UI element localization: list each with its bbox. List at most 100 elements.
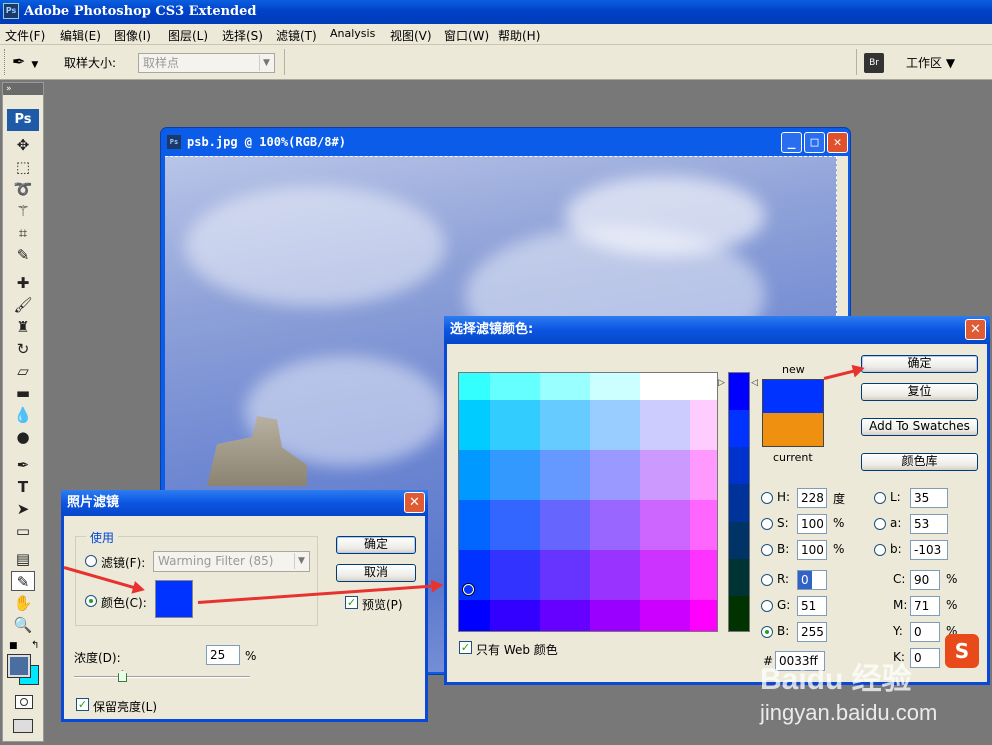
- lasso-tool-icon[interactable]: ➰: [11, 179, 35, 199]
- path-selection-tool-icon[interactable]: ➤: [11, 499, 35, 519]
- menu-edit[interactable]: 编辑(E): [60, 27, 101, 44]
- document-title-bar[interactable]: Ps psb.jpg @ 100%(RGB/8#) _ □ ✕: [161, 128, 850, 156]
- default-colors-icon[interactable]: ■: [9, 641, 18, 651]
- lab-b-input[interactable]: -103: [910, 540, 948, 560]
- hand-tool-icon[interactable]: ✋: [11, 593, 35, 613]
- minimize-icon[interactable]: _: [781, 132, 802, 153]
- color-field-cell[interactable]: [690, 400, 717, 450]
- color-field-cell[interactable]: [490, 373, 540, 400]
- green-input[interactable]: 51: [797, 596, 827, 616]
- saturation-input[interactable]: 100: [797, 514, 827, 534]
- saturation-radio[interactable]: [761, 518, 773, 530]
- menu-view[interactable]: 视图(V): [390, 27, 432, 44]
- toolbox-collapse-icon[interactable]: »: [3, 83, 43, 95]
- workspace-button[interactable]: 工作区 ▼: [906, 54, 955, 71]
- hue-slider-segment[interactable]: [729, 373, 749, 411]
- color-field-cell[interactable]: [540, 550, 590, 600]
- color-field-cell[interactable]: [590, 373, 640, 400]
- brush-tool-icon[interactable]: 🖌: [11, 295, 35, 315]
- color-field-cell[interactable]: [640, 550, 690, 600]
- magenta-input[interactable]: 71: [910, 596, 940, 616]
- color-field-cell[interactable]: [590, 600, 640, 631]
- color-field-cursor[interactable]: [463, 584, 474, 595]
- yellow-input[interactable]: 0: [910, 622, 940, 642]
- black-input[interactable]: 0: [910, 648, 940, 668]
- eyedropper-tool-preset-icon[interactable]: ✒ ▼: [12, 52, 52, 72]
- notes-tool-icon[interactable]: ▤: [11, 549, 35, 569]
- hue-radio[interactable]: [761, 492, 773, 504]
- filter-select[interactable]: Warming Filter (85) ▼: [153, 551, 310, 572]
- color-field-cell[interactable]: [640, 373, 690, 400]
- close-icon[interactable]: ✕: [965, 319, 986, 340]
- color-field-cell[interactable]: [640, 500, 690, 550]
- green-radio[interactable]: [761, 600, 773, 612]
- hue-slider-segment[interactable]: [729, 447, 749, 486]
- menu-file[interactable]: 文件(F): [5, 27, 45, 44]
- menu-window[interactable]: 窗口(W): [444, 27, 489, 44]
- blue-input[interactable]: 255: [797, 622, 827, 642]
- current-color-swatch[interactable]: [762, 413, 824, 447]
- lab-a-input[interactable]: 53: [910, 514, 948, 534]
- zoom-tool-icon[interactable]: 🔍: [11, 615, 35, 635]
- clone-stamp-tool-icon[interactable]: ♜: [11, 317, 35, 337]
- blur-tool-icon[interactable]: 💧: [11, 405, 35, 425]
- type-tool-icon[interactable]: T: [11, 477, 35, 497]
- pen-tool-icon[interactable]: ✒: [11, 455, 35, 475]
- lab-l-radio[interactable]: [874, 492, 886, 504]
- color-field-cell[interactable]: [490, 450, 540, 500]
- web-colors-only-checkbox[interactable]: ✓: [459, 641, 472, 654]
- color-field[interactable]: [458, 372, 718, 632]
- color-field-cell[interactable]: [459, 400, 490, 450]
- filter-radio[interactable]: [85, 555, 97, 567]
- close-icon[interactable]: ✕: [827, 132, 848, 153]
- density-slider-thumb[interactable]: [118, 670, 127, 682]
- brightness-radio[interactable]: [761, 544, 773, 556]
- color-libraries-button[interactable]: 颜色库: [861, 453, 978, 471]
- marquee-tool-icon[interactable]: ⬚: [11, 157, 35, 177]
- menu-filter[interactable]: 滤镜(T): [276, 27, 317, 44]
- color-field-cell[interactable]: [690, 600, 717, 631]
- color-picker-title-bar[interactable]: 选择滤镜颜色:: [444, 316, 990, 344]
- reset-button[interactable]: 复位: [861, 383, 978, 401]
- color-field-cell[interactable]: [459, 600, 490, 631]
- healing-brush-tool-icon[interactable]: ✚: [11, 273, 35, 293]
- preview-checkbox[interactable]: ✓: [345, 596, 358, 609]
- hue-slider-segment[interactable]: [729, 521, 749, 560]
- color-radio[interactable]: [85, 595, 97, 607]
- filter-color-swatch[interactable]: [155, 580, 193, 618]
- hue-slider-segment[interactable]: [729, 595, 749, 631]
- color-field-cell[interactable]: [640, 400, 690, 450]
- hue-slider-segment[interactable]: [729, 410, 749, 449]
- sample-size-select[interactable]: 取样点 ▼: [138, 53, 275, 73]
- foreground-color-swatch[interactable]: [7, 654, 31, 678]
- color-field-cell[interactable]: [690, 373, 717, 400]
- color-field-cell[interactable]: [540, 600, 590, 631]
- lab-l-input[interactable]: 35: [910, 488, 948, 508]
- close-icon[interactable]: ✕: [404, 492, 425, 513]
- red-input[interactable]: 0: [797, 570, 827, 590]
- lab-b-radio[interactable]: [874, 544, 886, 556]
- bridge-icon[interactable]: Br: [864, 53, 884, 73]
- color-field-cell[interactable]: [590, 500, 640, 550]
- color-field-cell[interactable]: [690, 450, 717, 500]
- magic-wand-tool-icon[interactable]: ⚚: [11, 201, 35, 221]
- menu-layer[interactable]: 图层(L): [168, 27, 208, 44]
- slice-tool-icon[interactable]: ✎: [11, 245, 35, 265]
- photo-filter-title-bar[interactable]: 照片滤镜: [61, 490, 428, 516]
- cyan-input[interactable]: 90: [910, 570, 940, 590]
- menu-select[interactable]: 选择(S): [222, 27, 263, 44]
- brightness-input[interactable]: 100: [797, 540, 827, 560]
- hue-input[interactable]: 228: [797, 488, 827, 508]
- photoshop-logo-icon[interactable]: Ps: [7, 109, 39, 131]
- move-tool-icon[interactable]: ✥: [11, 135, 35, 155]
- menu-help[interactable]: 帮助(H): [498, 27, 540, 44]
- history-brush-tool-icon[interactable]: ↻: [11, 339, 35, 359]
- gradient-tool-icon[interactable]: ▬: [11, 383, 35, 403]
- swap-colors-icon[interactable]: ↰: [31, 640, 39, 651]
- color-field-cell[interactable]: [490, 400, 540, 450]
- color-field-cell[interactable]: [590, 450, 640, 500]
- hue-slider-segment[interactable]: [729, 558, 749, 597]
- color-field-cell[interactable]: [690, 550, 717, 600]
- color-field-cell[interactable]: [640, 450, 690, 500]
- eyedropper-tool-icon[interactable]: ✎: [11, 571, 35, 591]
